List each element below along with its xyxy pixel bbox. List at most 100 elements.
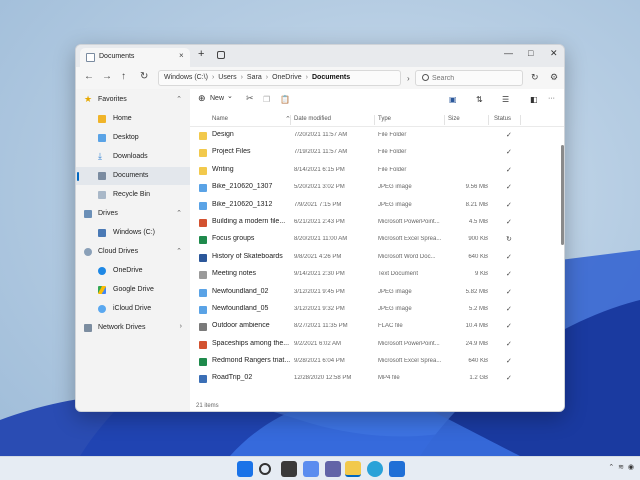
sidebar-item-favorites[interactable]: ★ Favorites ⌃: [76, 91, 190, 109]
address-bar[interactable]: Windows (C:\) › Users › Sara › OneDrive › Docume…: [158, 70, 401, 86]
file-row[interactable]: Spaceships among the... 9/2/2021 6:02 AM M…: [190, 337, 564, 354]
sidebar-item-documents[interactable]: Documents: [76, 167, 190, 185]
file-row[interactable]: Building a modern file... 6/21/2021 2:43 …: [190, 215, 564, 232]
file-row[interactable]: Focus groups 8/20/2021 11:00 AM Microsoft …: [190, 232, 564, 249]
sidebar-item-label: Google Drive: [113, 286, 154, 293]
file-name: Newfoundland_05: [212, 304, 269, 312]
chevron-up-icon[interactable]: ⌃: [176, 209, 182, 217]
details-pane-icon[interactable]: ◧: [530, 95, 538, 104]
store-icon[interactable]: [389, 461, 405, 477]
image-file-icon: [199, 288, 207, 297]
more-options-icon[interactable]: ···: [548, 95, 555, 102]
file-row[interactable]: Meeting notes 9/14/2021 2:30 PM Text Docum…: [190, 267, 564, 284]
file-name: Newfoundland_02: [212, 287, 269, 295]
file-row[interactable]: Project Files 7/19/2021 11:57 AM File Fold…: [190, 145, 564, 162]
column-header-status[interactable]: Status: [494, 116, 511, 122]
chevron-up-icon[interactable]: ⌃: [176, 95, 182, 103]
refresh-button[interactable]: ↻: [140, 72, 148, 82]
copy-icon[interactable]: ❐: [263, 95, 270, 104]
view-icon[interactable]: ▣: [449, 95, 457, 104]
file-status: ✓: [506, 149, 512, 157]
new-button[interactable]: New: [210, 95, 224, 102]
google-drive-icon: [98, 286, 106, 294]
file-row[interactable]: Redmond Rangers triat... 9/28/2021 6:04 P…: [190, 354, 564, 371]
sort-icon[interactable]: ⇅: [476, 95, 483, 104]
search-icon[interactable]: [259, 463, 271, 475]
chevron-down-icon[interactable]: ⌄: [227, 92, 233, 100]
breadcrumb-users[interactable]: Users: [218, 74, 236, 81]
address-history-chevron-icon[interactable]: ›: [407, 74, 410, 83]
star-icon: ★: [84, 94, 93, 104]
sidebar-item-onedrive[interactable]: OneDrive: [76, 262, 190, 280]
breadcrumb-drive[interactable]: Windows (C:\): [164, 74, 208, 81]
file-list-pane: ⊕ New ⌄ ✂ ❐ 📋 ▣ ⇅ ☰ ◧ ··· Name ⌃ Date mo…: [190, 89, 564, 411]
sidebar-item-drives[interactable]: Drives ⌃: [76, 205, 190, 223]
sidebar-item-desktop[interactable]: Desktop: [76, 129, 190, 147]
file-explorer-icon[interactable]: [345, 461, 361, 477]
widgets-icon[interactable]: [303, 461, 319, 477]
sidebar-item-downloads[interactable]: ⤓ Downloads: [76, 148, 190, 166]
cut-icon[interactable]: ✂: [246, 93, 254, 104]
chevron-up-icon[interactable]: ⌃: [176, 247, 182, 255]
close-button[interactable]: ✕: [550, 48, 558, 59]
file-size: 9 KB: [474, 271, 488, 278]
settings-gear-icon[interactable]: ⚙: [550, 72, 558, 82]
file-row[interactable]: RoadTrip_02 12/28/2020 12:58 PM MP4 file 1.…: [190, 371, 564, 388]
file-size: 900 KB: [468, 236, 488, 243]
image-file-icon: [199, 201, 207, 210]
file-row[interactable]: History of Skateboards 9/8/2021 4:26 PM Mi…: [190, 250, 564, 267]
sidebar-item-network-drives[interactable]: Network Drives ›: [76, 319, 190, 337]
sync-icon[interactable]: ↻: [531, 72, 539, 82]
file-type: JPEG image: [378, 201, 412, 208]
text-file-icon: [199, 271, 207, 280]
new-tab-button[interactable]: +: [198, 48, 204, 60]
breadcrumb-documents[interactable]: Documents: [312, 74, 350, 81]
sidebar-item-home[interactable]: Home: [76, 110, 190, 128]
forward-button[interactable]: →: [102, 72, 112, 82]
paste-icon[interactable]: 📋: [280, 95, 290, 104]
chevron-right-icon[interactable]: ›: [180, 323, 182, 330]
teams-chat-icon[interactable]: [325, 461, 341, 477]
file-row[interactable]: Design 7/20/2021 11:57 AM File Folder ✓: [190, 128, 564, 145]
sidebar-item-google-drive[interactable]: Google Drive: [76, 281, 190, 299]
file-type: Microsoft Word Doc...: [378, 253, 436, 260]
file-row[interactable]: Newfoundland_05 3/12/2021 9:32 PM JPEG ima…: [190, 302, 564, 319]
breadcrumb-onedrive[interactable]: OneDrive: [272, 74, 302, 81]
file-row[interactable]: Outdoor ambience 8/27/2021 11:35 PM FLAC f…: [190, 319, 564, 336]
tab-list-icon[interactable]: [217, 51, 225, 59]
group-icon[interactable]: ☰: [502, 95, 509, 104]
file-status: ✓: [506, 340, 512, 348]
file-row[interactable]: Bike_210620_1312 7/9/2021 7:15 PM JPEG ima…: [190, 198, 564, 215]
sidebar-item-windows-c[interactable]: Windows (C:): [76, 224, 190, 242]
breadcrumb-sara[interactable]: Sara: [247, 74, 262, 81]
file-row[interactable]: Newfoundland_02 3/12/2021 9:45 PM JPEG ima…: [190, 285, 564, 302]
edge-icon[interactable]: [367, 461, 383, 477]
column-header-date[interactable]: Date modified: [294, 116, 331, 122]
minimize-button[interactable]: —: [504, 48, 513, 58]
column-header-name[interactable]: Name: [212, 116, 228, 122]
sidebar-item-cloud-drives[interactable]: Cloud Drives ⌃: [76, 243, 190, 261]
task-view-icon[interactable]: [281, 461, 297, 477]
up-button[interactable]: ↑: [121, 72, 126, 82]
start-windows-icon[interactable]: [237, 461, 253, 477]
tab-close-button[interactable]: ×: [179, 51, 184, 60]
system-tray[interactable]: ⌃ ≋ ◉: [608, 463, 634, 471]
file-row[interactable]: Bike_210620_1307 5/20/2021 3:02 PM JPEG im…: [190, 180, 564, 197]
column-header-size[interactable]: Size: [448, 116, 460, 122]
sidebar-item-recycle-bin[interactable]: Recycle Bin: [76, 186, 190, 204]
file-type: Microsoft Excel Sprea...: [378, 358, 442, 365]
excel-file-icon: [199, 236, 207, 245]
search-input[interactable]: [432, 72, 520, 84]
vertical-scrollbar[interactable]: [561, 145, 564, 245]
file-row[interactable]: Writing 8/14/2021 6:15 PM File Folder ✓: [190, 163, 564, 180]
column-header-type[interactable]: Type: [378, 116, 391, 122]
documents-icon: [98, 172, 106, 180]
sidebar-item-label: Drives: [98, 210, 118, 217]
tab-documents[interactable]: Documents ×: [80, 48, 190, 67]
search-box[interactable]: [415, 70, 523, 86]
file-size: 5.2 MB: [468, 305, 488, 312]
back-button[interactable]: ←: [84, 72, 94, 82]
maximize-button[interactable]: □: [528, 48, 533, 58]
sidebar-item-icloud-drive[interactable]: iCloud Drive: [76, 300, 190, 318]
add-icon[interactable]: ⊕: [198, 93, 206, 104]
